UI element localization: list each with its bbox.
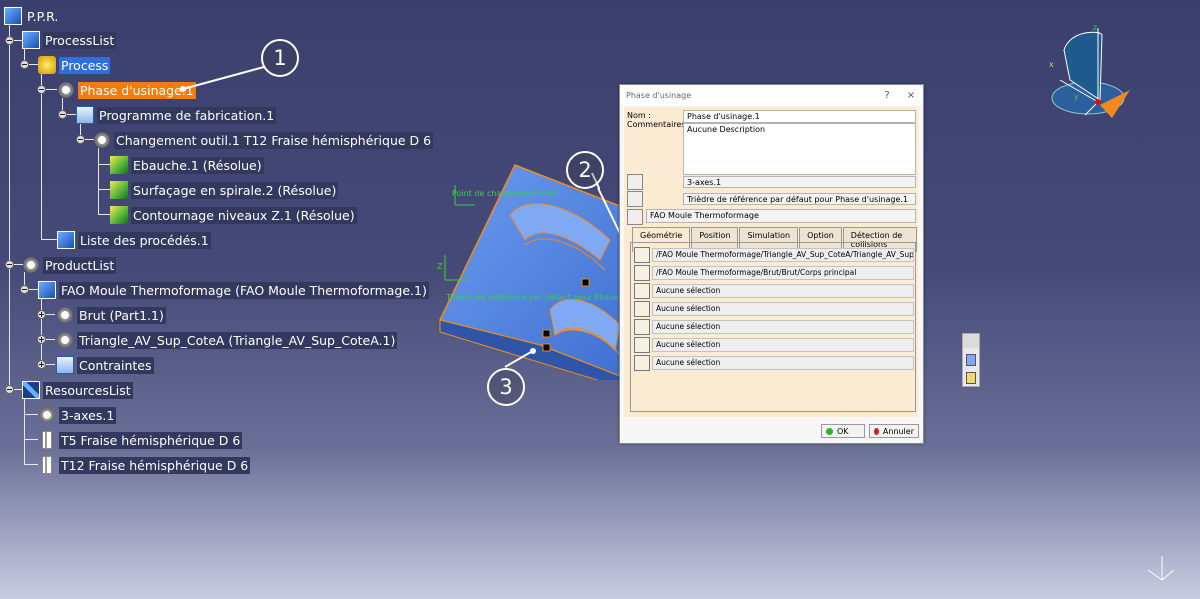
toolbar-icon[interactable] — [966, 372, 976, 384]
resources-icon — [22, 381, 40, 399]
roughing-icon — [110, 156, 128, 174]
toolbar-handle[interactable] — [963, 334, 979, 348]
dialog-body: Nom : Commentaires : Phase d'usinage.1 A… — [624, 107, 918, 417]
milling-tool-icon — [42, 456, 52, 474]
tree-label: ProductList — [43, 256, 117, 274]
axis-triad — [1147, 556, 1175, 581]
program-icon — [76, 106, 94, 124]
machine-field[interactable]: 3-axes.1 — [683, 176, 916, 188]
name-label: Nom : — [627, 111, 651, 120]
geometry-row[interactable]: Aucune sélection — [634, 301, 914, 317]
traverse-box-icon[interactable] — [634, 319, 650, 335]
process-list-icon — [22, 31, 40, 49]
comments-label: Commentaires : — [627, 120, 691, 129]
ppr-icon — [4, 7, 22, 25]
toolbar-icon[interactable] — [966, 354, 976, 366]
dialog-title: Phase d'usinage — [626, 90, 692, 100]
stock-icon[interactable] — [634, 265, 650, 281]
geometry-value[interactable]: Aucune sélection — [652, 356, 914, 370]
geometry-row[interactable]: Aucune sélection — [634, 355, 914, 371]
constraints-icon — [56, 356, 74, 374]
geometry-row[interactable]: Aucune sélection — [634, 337, 914, 353]
machine-button[interactable] — [627, 174, 643, 190]
tree-node-phase-usinage[interactable]: Phase d'usinage.1 — [57, 80, 196, 100]
tree-node-3axes[interactable]: 3-axes.1 — [38, 405, 117, 425]
tree-node-processlist[interactable]: ProcessList — [22, 30, 117, 50]
safety-plane-icon[interactable] — [634, 301, 650, 317]
tree-label: Process — [59, 56, 111, 74]
tree-node-process[interactable]: Process — [38, 55, 111, 75]
process-list-icon — [57, 231, 75, 249]
cancel-icon — [874, 427, 879, 435]
name-field[interactable]: Phase d'usinage.1 — [683, 110, 916, 123]
cancel-label: Annuler — [882, 426, 914, 436]
callout-leaders — [180, 66, 600, 368]
close-button[interactable]: × — [899, 90, 923, 101]
compass-x-label: x — [1049, 60, 1054, 69]
callout-1: 1 — [261, 39, 299, 77]
tree-label: Contraintes — [77, 356, 154, 374]
geometry-value[interactable]: Aucune sélection — [652, 320, 914, 334]
ok-icon — [826, 427, 833, 435]
part-icon — [56, 306, 74, 324]
geometry-value[interactable]: Aucune sélection — [652, 338, 914, 352]
transition-plane-icon[interactable] — [634, 337, 650, 353]
part-icon — [56, 331, 74, 349]
geometry-row[interactable]: Aucune sélection — [634, 283, 914, 299]
tree-label: Brut (Part1.1) — [77, 306, 166, 324]
tool-change-icon — [93, 131, 111, 149]
geometry-panel: /FAO Moule Thermoformage/Triangle_AV_Sup… — [630, 242, 916, 412]
geometry-value[interactable]: Aucune sélection — [652, 302, 914, 316]
tree-node-contraintes[interactable]: Contraintes — [56, 355, 154, 375]
tree-label: 3-axes.1 — [59, 406, 117, 424]
tree-node-resourceslist[interactable]: ResourcesList — [22, 380, 133, 400]
design-part-icon[interactable] — [634, 247, 650, 263]
callout-3: 3 — [487, 368, 525, 406]
spiral-milling-icon — [110, 181, 128, 199]
tree-node-t5[interactable]: T5 Fraise hémisphérique D 6 — [42, 430, 243, 450]
reference-axis-button[interactable] — [627, 191, 643, 207]
tree-label: ProcessList — [43, 31, 117, 49]
tree-node-brut[interactable]: Brut (Part1.1) — [56, 305, 166, 325]
rotary-plane-icon[interactable] — [634, 355, 650, 371]
compass-z-label: z — [1093, 23, 1098, 32]
geometry-value[interactable]: Aucune sélection — [652, 284, 914, 298]
tree-node-t12[interactable]: T12 Fraise hémisphérique D 6 — [42, 455, 251, 475]
tree-label: P.P.R. — [27, 8, 59, 24]
machining-phase-icon — [57, 81, 75, 99]
product-icon — [38, 281, 56, 299]
tree-label: ResourcesList — [43, 381, 133, 399]
tree-label: T12 Fraise hémisphérique D 6 — [59, 456, 251, 474]
ok-label: OK — [837, 426, 849, 436]
zlevel-contouring-icon — [110, 206, 128, 224]
reference-axis-field[interactable]: Trièdre de référence par défaut pour Pha… — [683, 193, 916, 205]
comments-field[interactable]: Aucune Description — [683, 123, 916, 175]
dialog-titlebar[interactable]: Phase d'usinage ? × — [620, 85, 923, 105]
tree-label: Phase d'usinage.1 — [78, 81, 196, 99]
product-list-icon — [22, 256, 40, 274]
callout-2: 2 — [566, 151, 604, 189]
fixture-icon[interactable] — [634, 283, 650, 299]
process-icon — [38, 56, 56, 74]
cancel-button[interactable]: Annuler — [869, 424, 919, 438]
geometry-value[interactable]: /FAO Moule Thermoformage/Brut/Brut/Corps… — [652, 266, 914, 280]
product-button[interactable] — [627, 209, 643, 225]
compass-widget[interactable] — [1040, 20, 1140, 125]
milling-tool-icon — [42, 431, 52, 449]
tree-label: T5 Fraise hémisphérique D 6 — [59, 431, 243, 449]
tree-node-productlist[interactable]: ProductList — [22, 255, 117, 275]
mini-toolbar[interactable] — [962, 333, 980, 387]
machining-phase-dialog[interactable]: Phase d'usinage ? × Nom : Commentaires :… — [619, 84, 924, 444]
geometry-row[interactable]: Aucune sélection — [634, 319, 914, 335]
help-button[interactable]: ? — [875, 90, 899, 101]
tree-node-ppr[interactable]: P.P.R. — [4, 6, 60, 26]
machine-icon — [38, 406, 56, 424]
product-field[interactable]: FAO Moule Thermoformage — [646, 209, 916, 223]
geometry-row[interactable]: /FAO Moule Thermoformage/Brut/Brut/Corps… — [634, 265, 914, 281]
geometry-row[interactable]: /FAO Moule Thermoformage/Triangle_AV_Sup… — [634, 247, 914, 263]
geometry-value[interactable]: /FAO Moule Thermoformage/Triangle_AV_Sup… — [652, 248, 914, 262]
compass-y-label: y — [1074, 92, 1079, 101]
ok-button[interactable]: OK — [821, 424, 865, 438]
